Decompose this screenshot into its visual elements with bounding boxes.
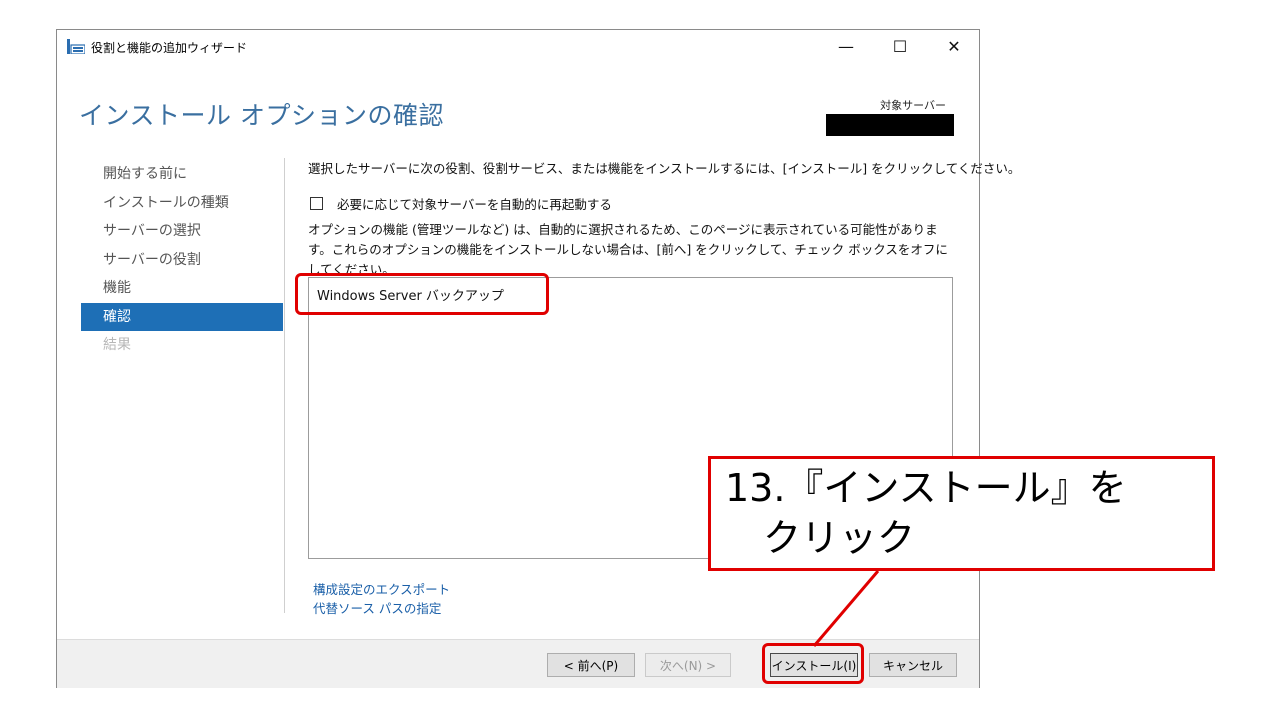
list-item: Windows Server バックアップ — [317, 289, 504, 304]
instruction-callout: 13.『インストール』を クリック — [708, 456, 1215, 571]
nav-item-installation-type[interactable]: インストールの種類 — [81, 189, 283, 218]
nav-divider — [284, 158, 285, 613]
intro-text: 選択したサーバーに次の役割、役割サービス、または機能をインストールするには、[イ… — [308, 161, 1021, 176]
nav-item-features[interactable]: 機能 — [81, 274, 283, 303]
footer-bar: < 前へ(P) 次へ(N) > インストール(I) キャンセル — [57, 639, 979, 688]
install-button[interactable]: インストール(I) — [770, 653, 858, 677]
nav-item-server-selection[interactable]: サーバーの選択 — [81, 217, 283, 246]
target-server-redacted — [826, 114, 954, 136]
minimize-button[interactable]: — — [823, 30, 869, 62]
nav-item-server-roles[interactable]: サーバーの役割 — [81, 246, 283, 275]
window-title: 役割と機能の追加ウィザード — [91, 41, 248, 55]
wizard-window: 役割と機能の追加ウィザード — ☐ ✕ インストール オプションの確認 対象サー… — [56, 29, 1020, 688]
callout-text: 13.『インストール』を クリック — [725, 466, 1127, 560]
nav-item-before-you-begin[interactable]: 開始する前に — [81, 160, 283, 189]
wizard-nav: 開始する前に インストールの種類 サーバーの選択 サーバーの役割 機能 確認 結… — [81, 160, 283, 360]
page-title: インストール オプションの確認 — [79, 101, 444, 130]
export-settings-link[interactable]: 構成設定のエクスポート — [313, 579, 450, 598]
restart-checkbox-row[interactable]: 必要に応じて対象サーバーを自動的に再起動する — [310, 194, 612, 213]
maximize-button[interactable]: ☐ — [877, 30, 923, 62]
target-server-label: 対象サーバー — [880, 99, 946, 112]
next-button: 次へ(N) > — [645, 653, 731, 677]
title-bar[interactable]: 役割と機能の追加ウィザード — ☐ ✕ — [57, 30, 979, 62]
alternate-source-link[interactable]: 代替ソース パスの指定 — [313, 598, 441, 617]
restart-checkbox-label[interactable]: 必要に応じて対象サーバーを自動的に再起動する — [337, 194, 612, 213]
previous-button[interactable]: < 前へ(P) — [547, 653, 635, 677]
optional-features-note: オプションの機能 (管理ツールなど) は、自動的に選択されるため、このページに表… — [308, 222, 948, 277]
nav-item-results: 結果 — [103, 337, 131, 353]
server-manager-icon — [67, 39, 85, 54]
cancel-button[interactable]: キャンセル — [869, 653, 957, 677]
close-button[interactable]: ✕ — [931, 30, 977, 62]
restart-checkbox[interactable] — [310, 197, 323, 210]
nav-item-confirmation[interactable]: 確認 — [81, 302, 283, 331]
